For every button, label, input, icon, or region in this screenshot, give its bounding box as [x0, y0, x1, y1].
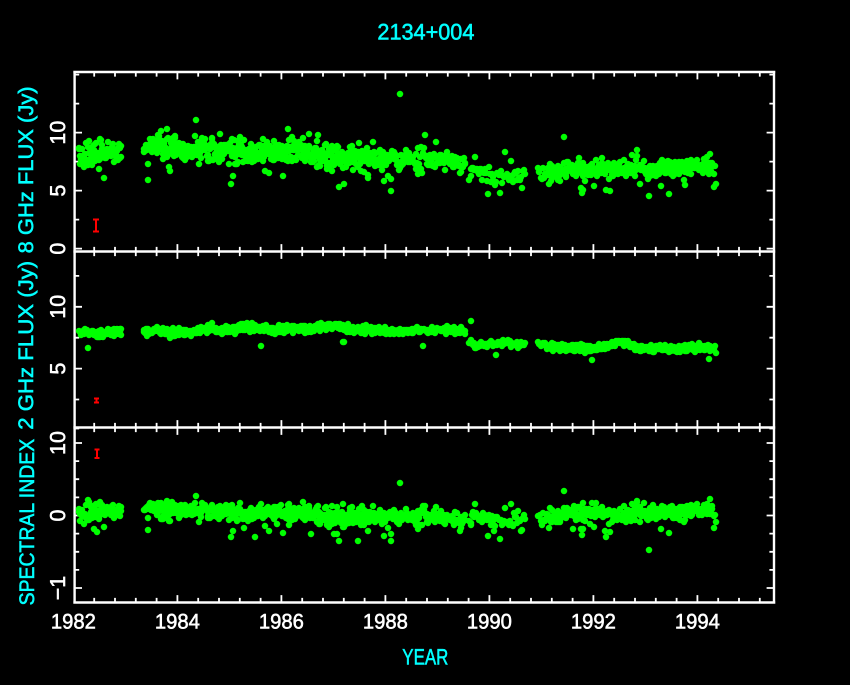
- svg-text:2 GHz FLUX (Jy): 2 GHz FLUX (Jy): [15, 261, 38, 430]
- svg-text:8 GHz FLUX (Jy): 8 GHz FLUX (Jy): [15, 86, 38, 253]
- svg-text:1990: 1990: [467, 610, 512, 633]
- svg-text:1988: 1988: [363, 610, 408, 633]
- svg-text:1992: 1992: [571, 610, 616, 633]
- svg-text:YEAR: YEAR: [402, 644, 448, 669]
- svg-text:2134+004: 2134+004: [377, 20, 474, 45]
- svg-text:−1: −1: [46, 576, 70, 601]
- svg-text:1982: 1982: [51, 610, 96, 633]
- svg-text:1994: 1994: [675, 610, 720, 633]
- svg-text:SPECTRAL INDEX: SPECTRAL INDEX: [16, 439, 39, 606]
- svg-text:5: 5: [46, 185, 70, 197]
- svg-text:1984: 1984: [155, 610, 200, 633]
- svg-text:0: 0: [46, 509, 70, 521]
- svg-text:5: 5: [46, 363, 70, 375]
- svg-text:10: 10: [46, 121, 70, 145]
- svg-text:1986: 1986: [259, 610, 304, 633]
- svg-text:10: 10: [46, 295, 70, 319]
- svg-text:10: 10: [46, 431, 70, 455]
- svg-text:0: 0: [46, 243, 70, 255]
